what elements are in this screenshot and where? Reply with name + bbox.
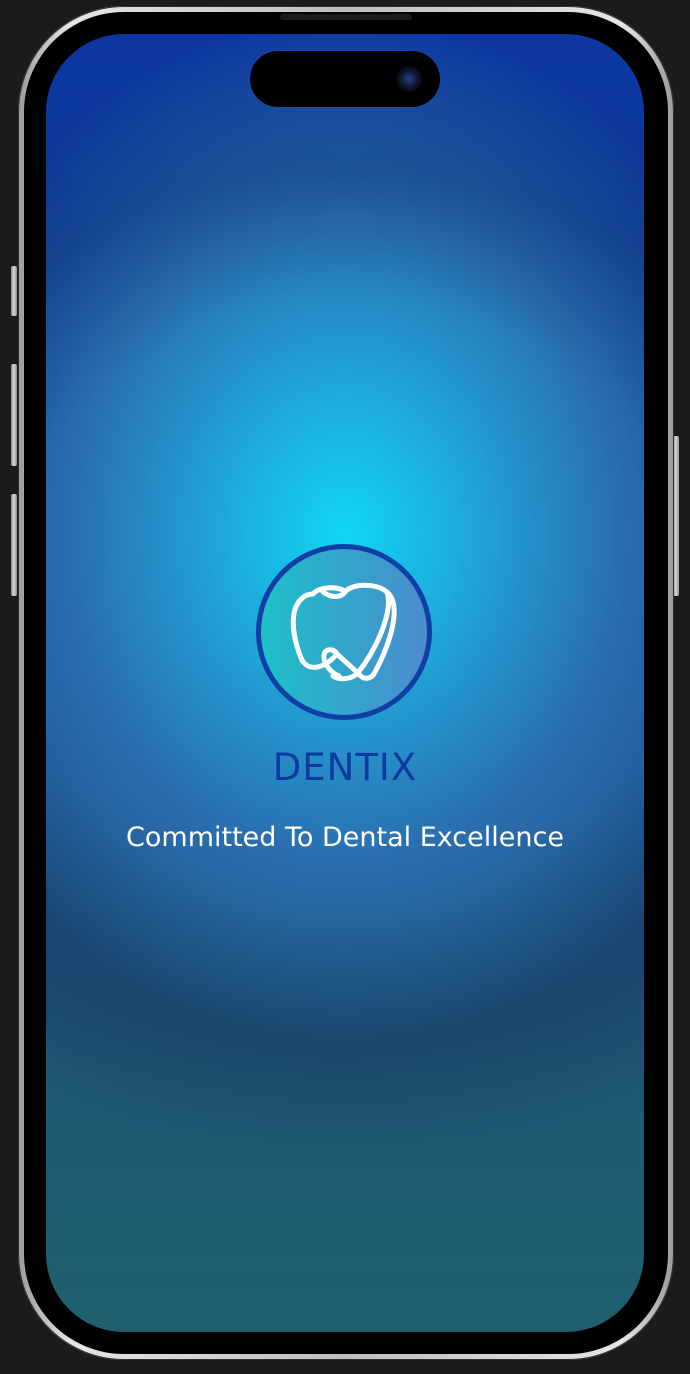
dynamic-island xyxy=(250,51,440,107)
device-frame: DENTIX Committed To Dental Excellence xyxy=(0,0,690,1374)
speaker-grille xyxy=(280,14,412,20)
splash-screen: DENTIX Committed To Dental Excellence xyxy=(46,34,644,1332)
tooth-icon xyxy=(279,572,409,692)
tagline: Committed To Dental Excellence xyxy=(126,822,564,853)
volume-up-button xyxy=(11,364,17,466)
brand-name: DENTIX xyxy=(272,746,418,789)
action-button xyxy=(11,266,17,316)
app-logo xyxy=(256,544,432,720)
front-camera xyxy=(396,66,422,92)
volume-down-button xyxy=(11,494,17,596)
